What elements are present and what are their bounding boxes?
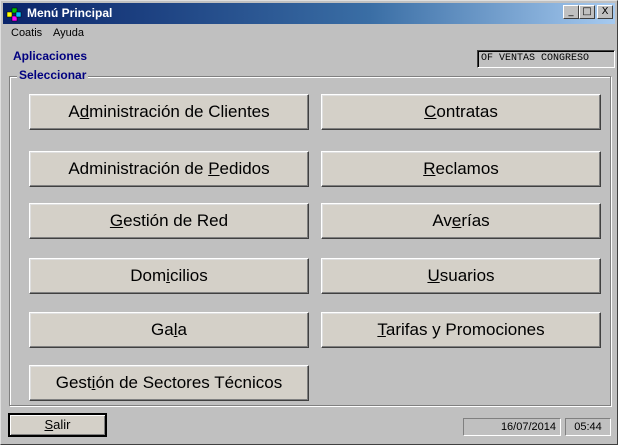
averias-button[interactable]: Averías (321, 203, 601, 239)
group-label: Seleccionar (17, 68, 89, 82)
gestion-red-button[interactable]: Gestión de Red (29, 203, 309, 239)
contratas-button[interactable]: Contratas (321, 94, 601, 130)
usuarios-button[interactable]: Usuarios (321, 258, 601, 294)
title-bar[interactable]: Menú Principal (3, 3, 615, 24)
close-button[interactable]: X (597, 5, 613, 19)
section-title: Aplicaciones (13, 49, 88, 63)
admin-clientes-button[interactable]: Administración de Clientes (29, 94, 309, 130)
app-icon (6, 7, 22, 22)
window-title: Menú Principal (27, 6, 113, 20)
status-time: 05:44 (565, 418, 611, 436)
reclamos-button[interactable]: Reclamos (321, 151, 601, 187)
main-menu-window: Menú Principal _ □ X Coatis Ayuda Aplica… (0, 0, 618, 445)
exit-button[interactable]: Salir (8, 413, 107, 437)
menu-ayuda[interactable]: Ayuda (53, 27, 84, 39)
status-date: 16/07/2014 (463, 418, 561, 436)
maximize-button[interactable]: □ (579, 5, 595, 19)
gala-button[interactable]: Gala (29, 312, 309, 348)
gestion-sectores-button[interactable]: Gestión de Sectores Técnicos (29, 365, 309, 401)
domicilios-button[interactable]: Domicilios (29, 258, 309, 294)
minimize-button[interactable]: _ (563, 5, 579, 19)
menu-coatis[interactable]: Coatis (11, 27, 42, 39)
tarifas-promociones-button[interactable]: Tarifas y Promociones (321, 312, 601, 348)
menu-bar: Coatis Ayuda (3, 25, 615, 43)
admin-pedidos-button[interactable]: Administración de Pedidos (29, 151, 309, 187)
office-field: OF VENTAS CONGRESO (477, 50, 615, 68)
